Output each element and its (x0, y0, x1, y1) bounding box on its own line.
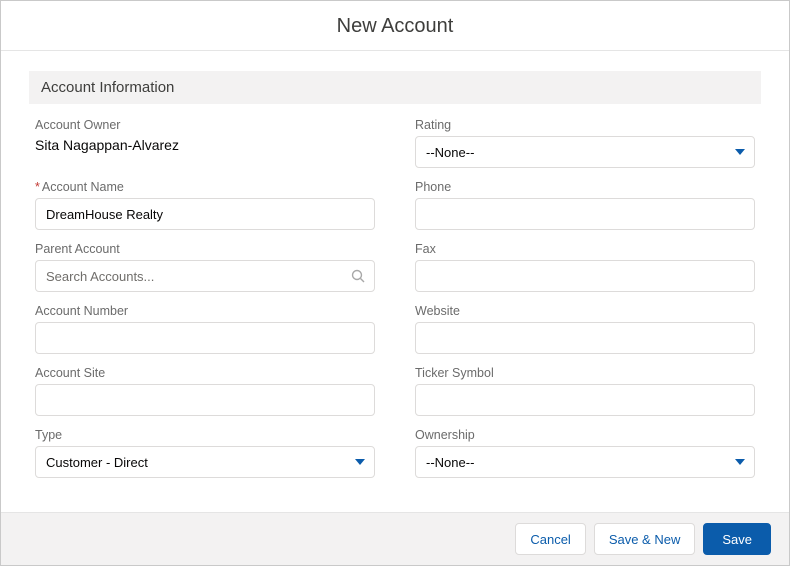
select-type-value: Customer - Direct (35, 446, 375, 478)
label-account-site: Account Site (35, 366, 375, 380)
field-account-number: Account Number (35, 304, 375, 354)
modal-header: New Account (1, 1, 789, 51)
field-phone: Phone (415, 180, 755, 230)
label-rating: Rating (415, 118, 755, 132)
label-fax: Fax (415, 242, 755, 256)
lookup-parent-account (35, 260, 375, 292)
label-ownership: Ownership (415, 428, 755, 442)
label-type: Type (35, 428, 375, 442)
label-phone: Phone (415, 180, 755, 194)
cancel-button[interactable]: Cancel (515, 523, 585, 555)
field-ownership: Ownership --None-- (415, 428, 755, 478)
label-account-owner: Account Owner (35, 118, 375, 132)
select-rating-value: --None-- (415, 136, 755, 168)
select-type[interactable]: Customer - Direct (35, 446, 375, 478)
label-account-number: Account Number (35, 304, 375, 318)
save-and-new-button[interactable]: Save & New (594, 523, 696, 555)
input-fax[interactable] (415, 260, 755, 292)
input-account-site[interactable] (35, 384, 375, 416)
save-button[interactable]: Save (703, 523, 771, 555)
section-header: Account Information (29, 71, 761, 104)
modal-body: Account Information Account Owner Sita N… (1, 51, 789, 512)
field-account-owner: Account Owner Sita Nagappan-Alvarez (35, 118, 375, 168)
field-ticker-symbol: Ticker Symbol (415, 366, 755, 416)
label-parent-account: Parent Account (35, 242, 375, 256)
select-ownership-value: --None-- (415, 446, 755, 478)
input-website[interactable] (415, 322, 755, 354)
field-fax: Fax (415, 242, 755, 292)
modal-footer: Cancel Save & New Save (1, 512, 789, 565)
select-ownership[interactable]: --None-- (415, 446, 755, 478)
field-account-name: *Account Name (35, 180, 375, 230)
field-type: Type Customer - Direct (35, 428, 375, 478)
modal-title: New Account (1, 15, 789, 38)
form-grid: Account Owner Sita Nagappan-Alvarez Rati… (29, 118, 761, 478)
label-website: Website (415, 304, 755, 318)
field-account-site: Account Site (35, 366, 375, 416)
input-account-name[interactable] (35, 198, 375, 230)
field-rating: Rating --None-- (415, 118, 755, 168)
field-parent-account: Parent Account (35, 242, 375, 292)
input-account-number[interactable] (35, 322, 375, 354)
field-website: Website (415, 304, 755, 354)
input-parent-account[interactable] (35, 260, 375, 292)
label-ticker-symbol: Ticker Symbol (415, 366, 755, 380)
label-account-name: *Account Name (35, 180, 375, 194)
input-ticker-symbol[interactable] (415, 384, 755, 416)
new-account-modal: New Account Account Information Account … (0, 0, 790, 566)
required-indicator: * (35, 180, 40, 194)
value-account-owner: Sita Nagappan-Alvarez (35, 136, 375, 153)
select-rating[interactable]: --None-- (415, 136, 755, 168)
input-phone[interactable] (415, 198, 755, 230)
